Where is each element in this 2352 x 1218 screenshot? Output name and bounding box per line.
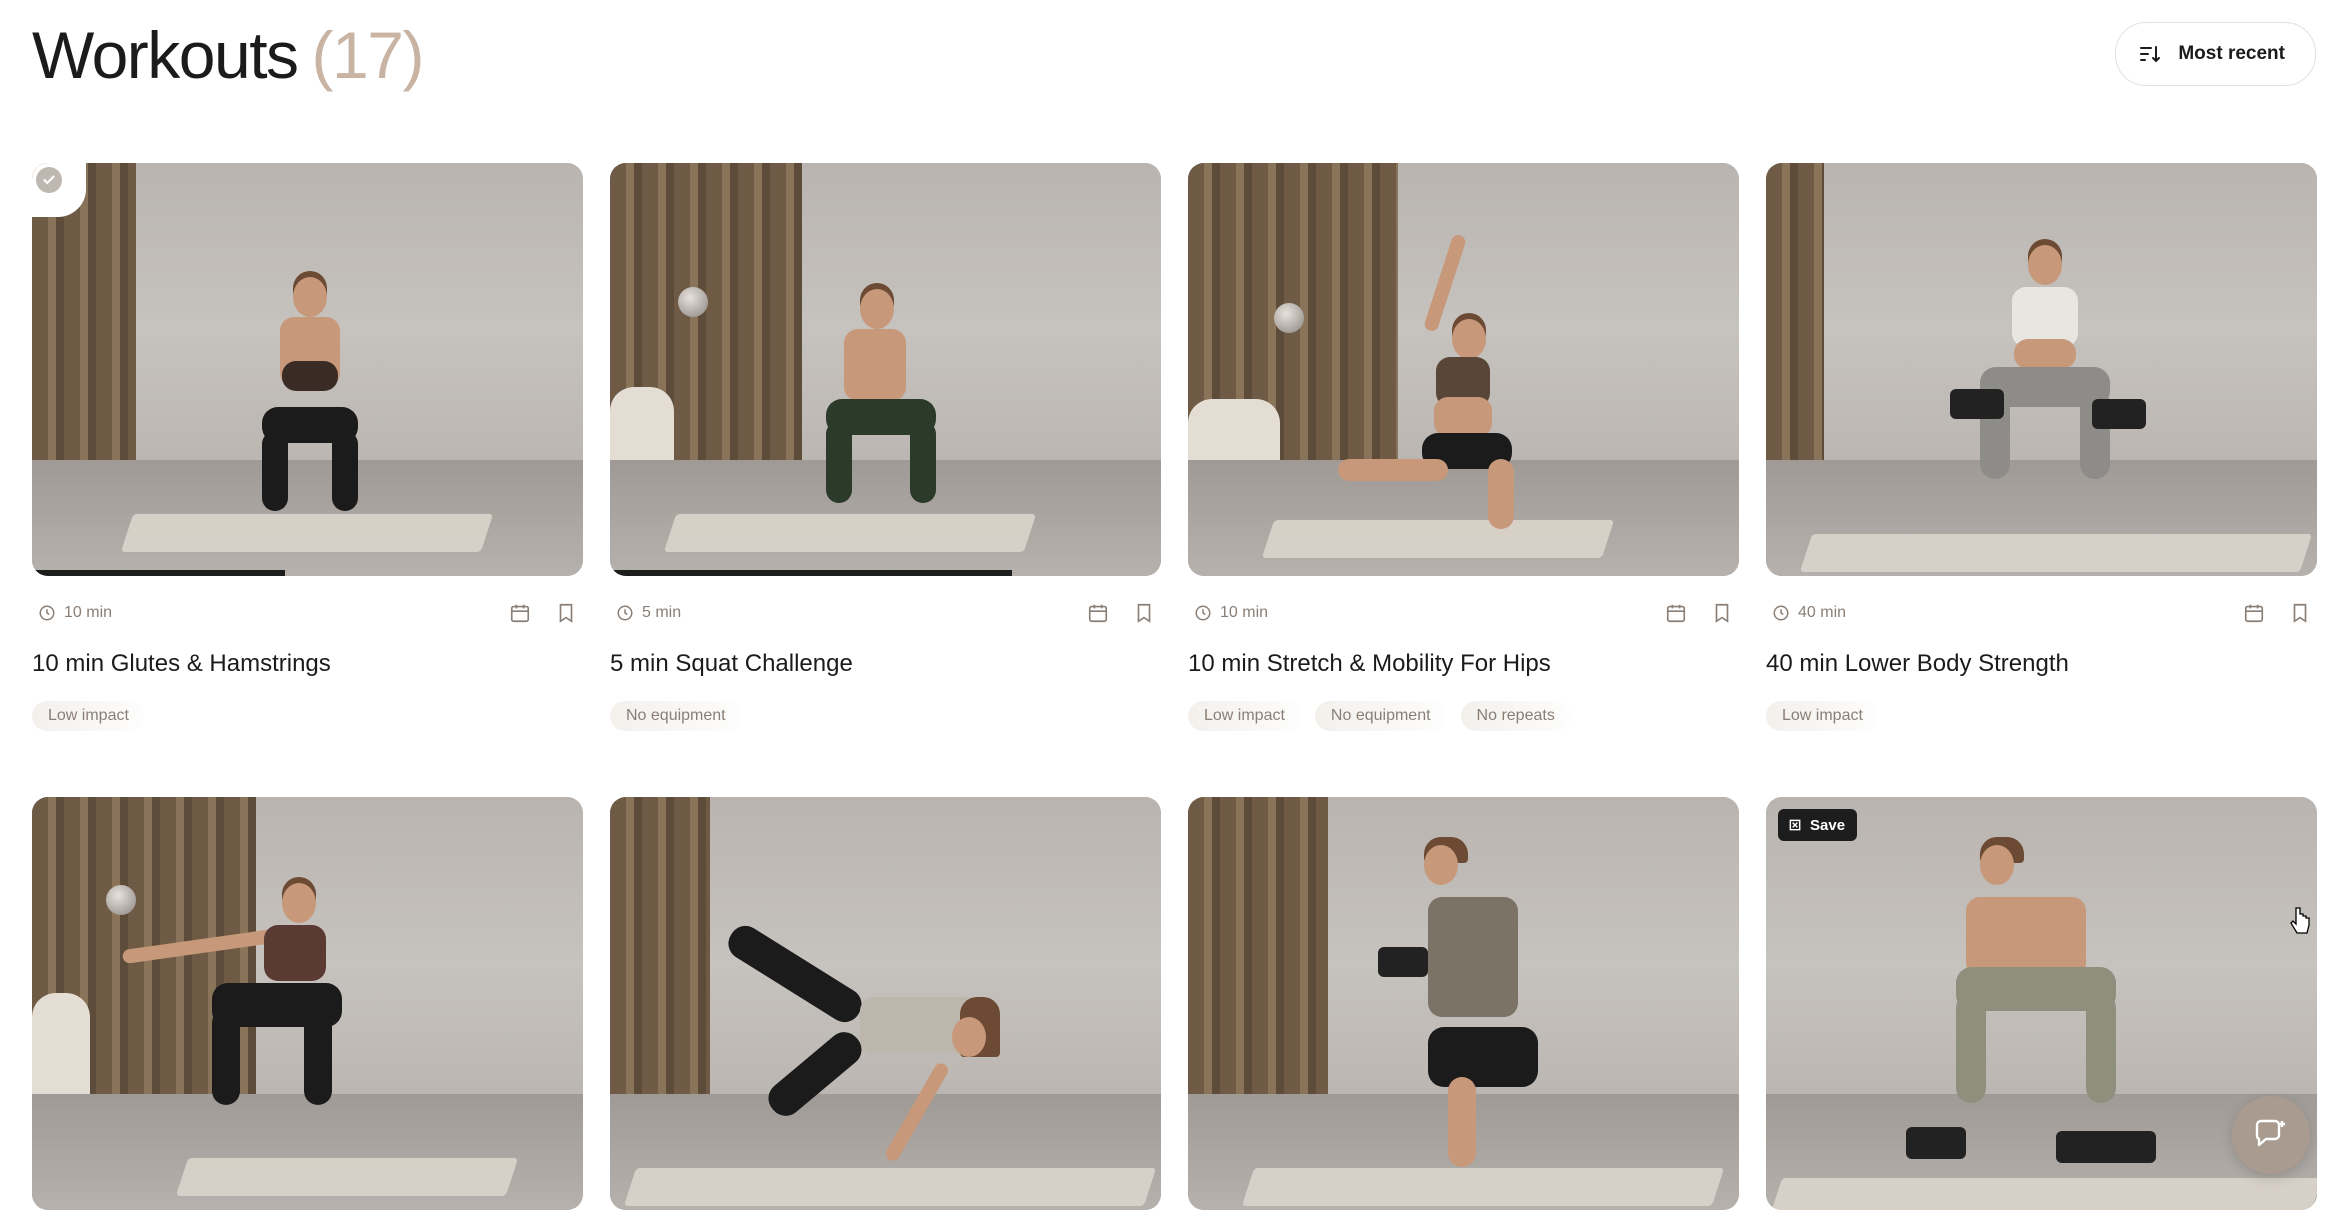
calendar-icon[interactable] [509,602,531,624]
duration: 5 min [616,604,681,622]
duration: 10 min [38,604,112,622]
tag: Low impact [32,701,145,731]
save-button[interactable]: Save [1778,809,1858,841]
workout-title[interactable]: 10 min Glutes & Hamstrings [32,650,331,678]
progress-bar [32,570,285,576]
workout-thumbnail[interactable] [1766,163,2317,576]
workout-thumbnail[interactable] [1188,797,1739,1210]
tag: No equipment [610,701,742,731]
page-header: Workouts (17) Most recent [32,0,2320,120]
bookmark-icon[interactable] [1711,602,1733,624]
workout-thumbnail[interactable] [610,163,1161,576]
page-title: Workouts (17) [32,22,424,88]
page-title-text: Workouts [32,18,299,92]
clock-icon [39,605,55,621]
chat-support-button[interactable] [2232,1096,2310,1174]
save-icon [1789,819,1801,831]
save-label: Save [1810,816,1846,834]
check-icon [43,175,55,185]
sort-button[interactable]: Most recent [2115,22,2316,86]
bookmark-icon[interactable] [1133,602,1155,624]
tag: No equipment [1314,701,1447,731]
progress-bar [610,570,1012,576]
workout-title[interactable]: 40 min Lower Body Strength [1766,650,2069,678]
clock-icon [1773,605,1789,621]
calendar-icon[interactable] [2243,602,2265,624]
calendar-icon[interactable] [1665,602,1687,624]
workout-thumbnail[interactable] [32,163,583,576]
workout-thumbnail[interactable] [610,797,1161,1210]
duration-label: 40 min [1798,604,1847,621]
calendar-icon[interactable] [1087,602,1109,624]
duration-label: 10 min [1220,604,1269,621]
sort-label: Most recent [2178,43,2285,64]
tag-list: Low impact [1766,701,1879,731]
tag: Low impact [1766,701,1879,731]
workout-meta: 10 min [1188,598,1739,628]
bookmark-icon[interactable] [2289,602,2311,624]
bookmark-icon[interactable] [555,602,577,624]
duration-label: 10 min [64,604,113,621]
workout-count: (17) [311,18,425,92]
tag-list: Low impact No equipment No repeats [1188,701,1571,731]
duration: 10 min [1194,604,1268,622]
duration: 40 min [1772,604,1846,622]
workout-thumbnail[interactable] [1188,163,1739,576]
clock-icon [617,605,633,621]
workout-title[interactable]: 5 min Squat Challenge [610,650,853,678]
tag: No repeats [1460,701,1571,731]
workout-meta: 40 min [1766,598,2317,628]
workout-thumbnail[interactable] [32,797,583,1210]
clock-icon [1195,605,1211,621]
mouse-pointer-icon [2290,907,2310,934]
workout-title[interactable]: 10 min Stretch & Mobility For Hips [1188,650,1551,678]
tag: Low impact [1188,701,1301,731]
chat-icon [2255,1119,2285,1147]
workout-meta: 5 min [610,598,1161,628]
tag-list: Low impact [32,701,145,731]
tag-list: No equipment [610,701,742,731]
workout-meta: 10 min [32,598,583,628]
sort-icon [2140,46,2161,63]
duration-label: 5 min [642,604,682,621]
